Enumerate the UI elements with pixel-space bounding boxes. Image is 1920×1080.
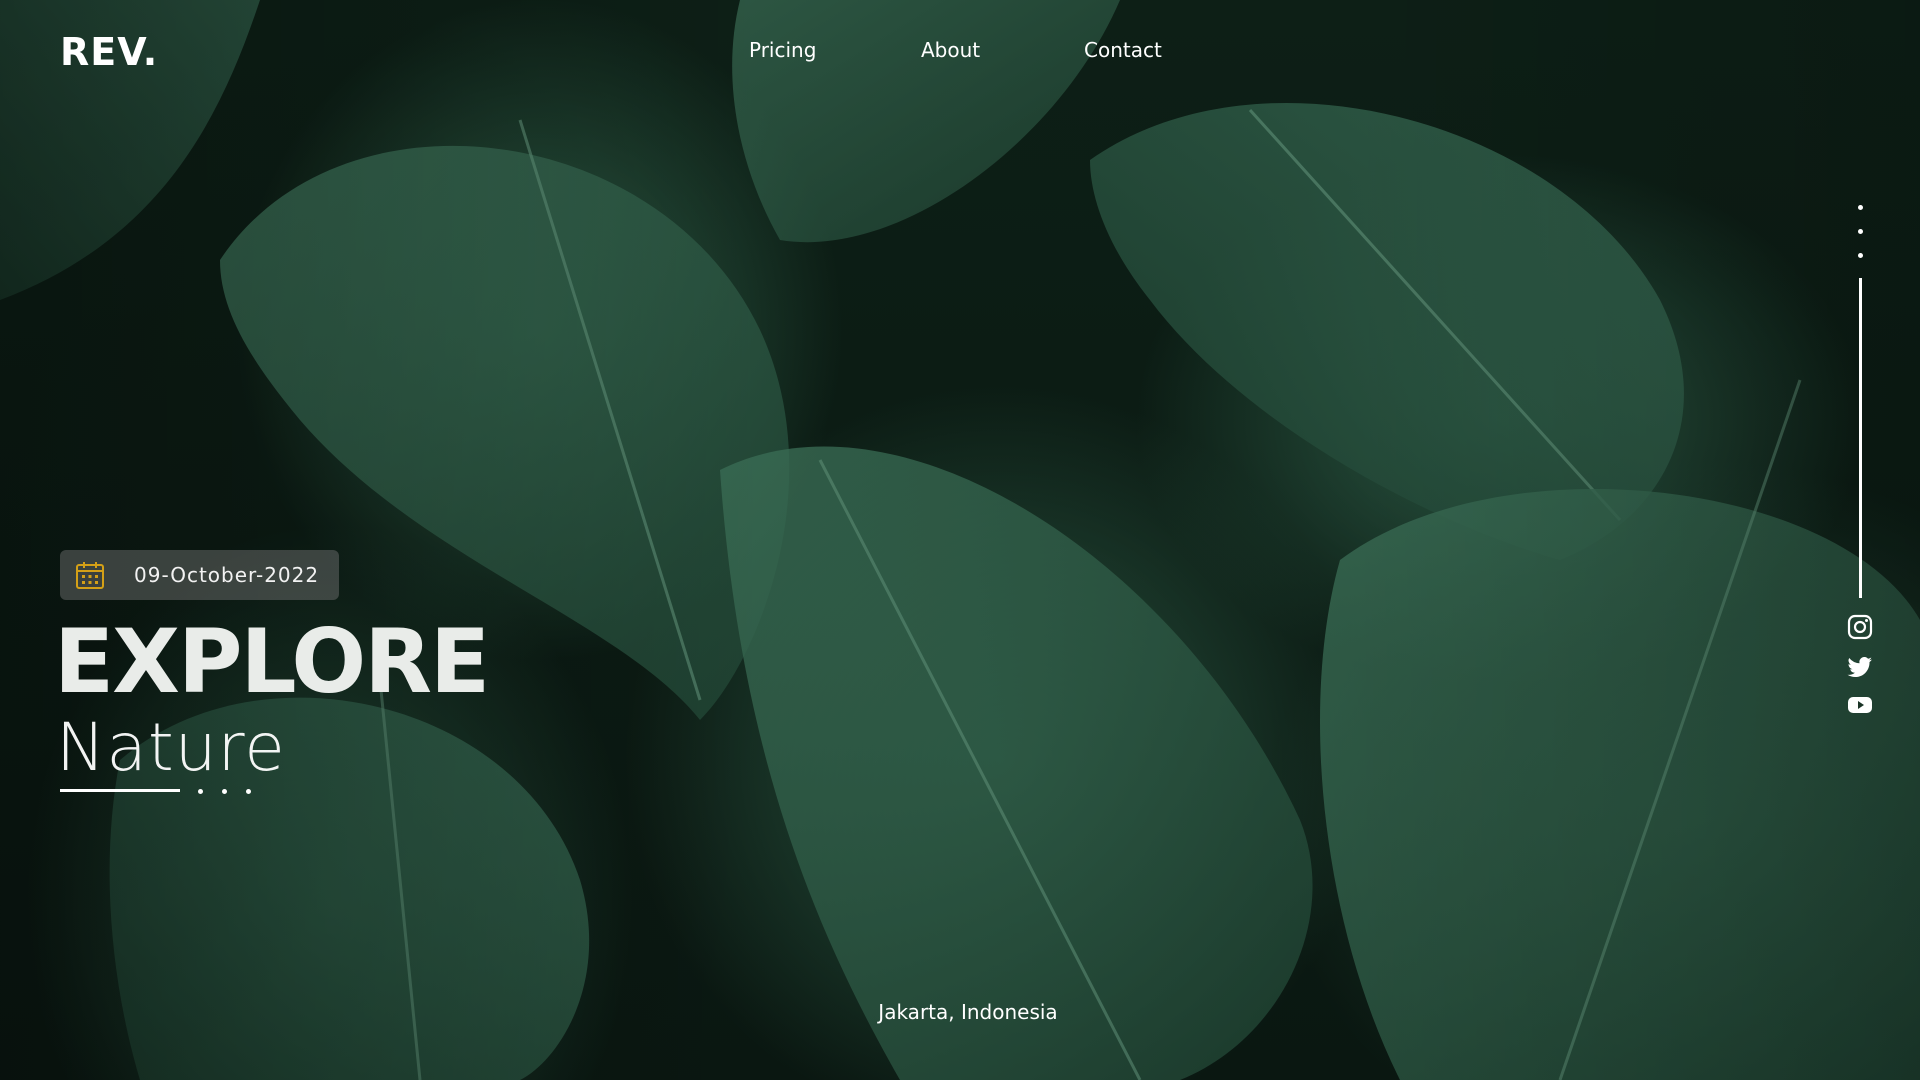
hero-subtitle: Nature: [56, 709, 286, 786]
rail-dot[interactable]: [1858, 229, 1863, 234]
nav-link-contact[interactable]: Contact: [1084, 38, 1162, 62]
date-badge: 09-October-2022: [60, 550, 339, 600]
slide-indicator-dot[interactable]: [198, 789, 203, 794]
calendar-icon: [76, 562, 104, 589]
main-nav: Pricing About Contact: [0, 38, 1920, 68]
background-foliage-image: [0, 0, 1920, 1080]
nav-link-pricing[interactable]: Pricing: [749, 38, 816, 62]
nav-link-about[interactable]: About: [921, 38, 980, 62]
twitter-link[interactable]: [1846, 653, 1874, 681]
youtube-icon: [1848, 697, 1872, 713]
location-text: Jakarta, Indonesia: [878, 1000, 1058, 1024]
rail-line: [1859, 278, 1862, 598]
background-shade: [0, 0, 1920, 1080]
youtube-link[interactable]: [1846, 691, 1874, 719]
rail-dot[interactable]: [1858, 253, 1863, 258]
instagram-icon: [1847, 614, 1873, 640]
date-text: 09-October-2022: [134, 563, 320, 587]
slide-indicator-active[interactable]: [60, 789, 180, 792]
rail-dot[interactable]: [1858, 205, 1863, 210]
slide-indicator-dot[interactable]: [246, 789, 251, 794]
instagram-link[interactable]: [1846, 613, 1874, 641]
hero-title: EXPLORE: [54, 610, 490, 713]
slide-indicator-dot[interactable]: [222, 789, 227, 794]
twitter-icon: [1847, 656, 1872, 678]
